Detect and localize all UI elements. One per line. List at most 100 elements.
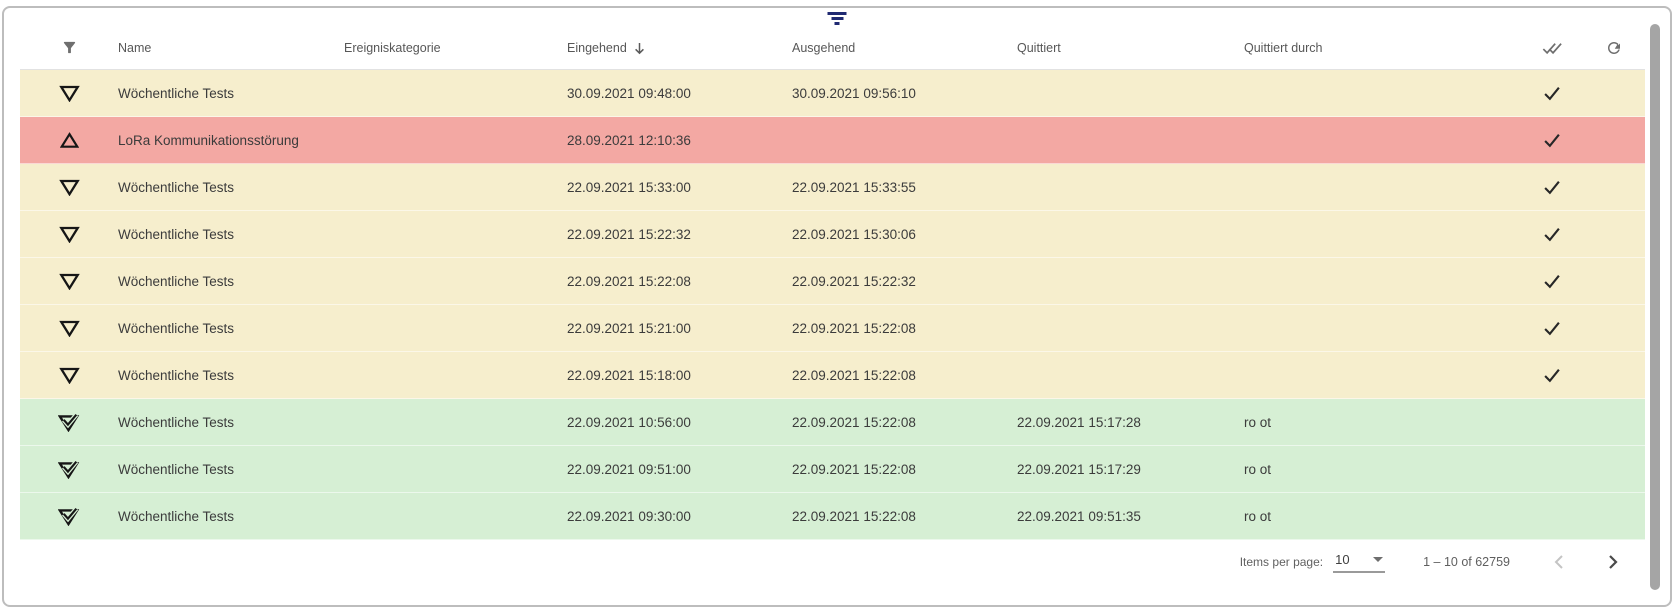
triangle-down-check-icon: [58, 460, 80, 479]
event-acknowledged-by: ro ot: [1244, 415, 1404, 430]
paginator: Items per page: 10 1 – 10 of 62759: [4, 540, 1670, 584]
triangle-down-icon: [59, 85, 80, 102]
chevron-left-icon: [1553, 554, 1565, 570]
header-acknowledged-label: Quittiert: [1017, 41, 1061, 55]
event-incoming-time: 22.09.2021 09:51:00: [567, 462, 792, 477]
header-acknowledged-by[interactable]: Quittiert durch: [1244, 41, 1404, 55]
header-incoming[interactable]: Eingehend: [567, 40, 792, 55]
event-incoming-time: 22.09.2021 15:18:00: [567, 368, 792, 383]
event-name: Wöchentliche Tests: [118, 227, 344, 242]
event-name: Wöchentliche Tests: [118, 86, 344, 101]
event-name: Wöchentliche Tests: [118, 415, 344, 430]
paginator-range-label: 1 – 10 of 62759: [1423, 555, 1510, 569]
event-acknowledged-by: ro ot: [1244, 509, 1404, 524]
header-outgoing-label: Ausgehend: [792, 41, 855, 55]
event-name: Wöchentliche Tests: [118, 509, 344, 524]
event-acknowledged-time: 22.09.2021 15:17:29: [1017, 462, 1244, 477]
events-table: Name Ereigniskategorie Eingehend Ausgehe…: [20, 26, 1645, 540]
event-state-cell: [20, 507, 118, 526]
event-outgoing-time: 30.09.2021 09:56:10: [792, 86, 1017, 101]
filter-funnel-icon: [61, 39, 78, 56]
done-all-icon[interactable]: [1521, 41, 1583, 55]
event-outgoing-time: 22.09.2021 15:22:08: [792, 509, 1017, 524]
event-state-cell: [20, 273, 118, 290]
event-name: Wöchentliche Tests: [118, 462, 344, 477]
event-incoming-time: 22.09.2021 15:21:00: [567, 321, 792, 336]
event-acknowledged-time: 22.09.2021 09:51:35: [1017, 509, 1244, 524]
event-name: LoRa Kommunikationsstörung: [118, 133, 344, 148]
event-state-cell: [20, 413, 118, 432]
event-acknowledged-time: 22.09.2021 15:17:28: [1017, 415, 1244, 430]
event-state-cell: [20, 85, 118, 102]
event-name: Wöchentliche Tests: [118, 274, 344, 289]
chevron-right-icon: [1607, 554, 1619, 570]
event-incoming-time: 22.09.2021 10:56:00: [567, 415, 792, 430]
header-incoming-label: Eingehend: [567, 41, 627, 55]
header-category-label: Ereigniskategorie: [344, 41, 441, 55]
event-state-cell: [20, 460, 118, 479]
event-state-cell: [20, 320, 118, 337]
acknowledge-check-icon[interactable]: [1543, 179, 1561, 195]
refresh-icon[interactable]: [1583, 39, 1645, 57]
event-outgoing-time: 22.09.2021 15:22:08: [792, 368, 1017, 383]
event-incoming-time: 22.09.2021 15:22:08: [567, 274, 792, 289]
event-outgoing-time: 22.09.2021 15:22:08: [792, 462, 1017, 477]
scrollbar-thumb[interactable]: [1650, 24, 1660, 590]
event-state-cell: [20, 132, 118, 149]
table-body: Wöchentliche Tests 30.09.2021 09:48:00 3…: [20, 70, 1645, 540]
event-incoming-time: 22.09.2021 09:30:00: [567, 509, 792, 524]
event-incoming-time: 28.09.2021 12:10:36: [567, 133, 792, 148]
page-size-value: 10: [1335, 552, 1349, 567]
acknowledge-check-icon[interactable]: [1543, 367, 1561, 383]
triangle-up-icon: [60, 132, 79, 149]
event-state-cell: [20, 226, 118, 243]
filter-funnel-icon[interactable]: [20, 39, 118, 56]
acknowledge-check-icon[interactable]: [1543, 226, 1561, 242]
header-name[interactable]: Name: [118, 41, 344, 55]
event-state-cell: [20, 367, 118, 384]
event-name: Wöchentliche Tests: [118, 321, 344, 336]
refresh-icon: [1605, 39, 1623, 57]
triangle-down-icon: [59, 179, 80, 196]
event-name: Wöchentliche Tests: [118, 368, 344, 383]
acknowledge-check-icon[interactable]: [1543, 320, 1561, 336]
table-row[interactable]: Wöchentliche Tests 22.09.2021 10:56:00 2…: [20, 399, 1645, 446]
triangle-down-icon: [59, 320, 80, 337]
acknowledge-check-icon[interactable]: [1543, 273, 1561, 289]
next-page-button[interactable]: [1596, 545, 1630, 579]
table-header-row: Name Ereigniskategorie Eingehend Ausgehe…: [20, 26, 1645, 70]
table-row[interactable]: LoRa Kommunikationsstörung 28.09.2021 12…: [20, 117, 1645, 164]
event-name: Wöchentliche Tests: [118, 180, 344, 195]
previous-page-button[interactable]: [1542, 545, 1576, 579]
scrollbar-track[interactable]: [1649, 12, 1661, 601]
table-row[interactable]: Wöchentliche Tests 22.09.2021 15:21:00 2…: [20, 305, 1645, 352]
page-size-select[interactable]: 10: [1333, 552, 1385, 573]
filter-list-icon[interactable]: [827, 11, 848, 26]
table-row[interactable]: Wöchentliche Tests 22.09.2021 15:22:32 2…: [20, 211, 1645, 258]
triangle-down-icon: [59, 226, 80, 243]
acknowledge-check-icon[interactable]: [1543, 132, 1561, 148]
triangle-down-check-icon: [58, 413, 80, 432]
table-row[interactable]: Wöchentliche Tests 22.09.2021 09:30:00 2…: [20, 493, 1645, 540]
table-row[interactable]: Wöchentliche Tests 22.09.2021 09:51:00 2…: [20, 446, 1645, 493]
acknowledge-check-icon[interactable]: [1543, 85, 1561, 101]
top-strip: [4, 8, 1670, 26]
table-row[interactable]: Wöchentliche Tests 22.09.2021 15:33:00 2…: [20, 164, 1645, 211]
arrow-downward-icon: [634, 42, 645, 55]
done-all-icon: [1542, 41, 1563, 55]
event-outgoing-time: 22.09.2021 15:30:06: [792, 227, 1017, 242]
header-outgoing[interactable]: Ausgehend: [792, 41, 1017, 55]
event-outgoing-time: 22.09.2021 15:22:08: [792, 321, 1017, 336]
event-incoming-time: 22.09.2021 15:22:32: [567, 227, 792, 242]
header-acknowledged[interactable]: Quittiert: [1017, 41, 1244, 55]
triangle-down-icon: [59, 273, 80, 290]
header-category[interactable]: Ereigniskategorie: [344, 41, 567, 55]
alarm-table-card: Name Ereigniskategorie Eingehend Ausgehe…: [2, 6, 1672, 607]
header-name-label: Name: [118, 41, 151, 55]
table-row[interactable]: Wöchentliche Tests 22.09.2021 15:22:08 2…: [20, 258, 1645, 305]
event-incoming-time: 30.09.2021 09:48:00: [567, 86, 792, 101]
event-outgoing-time: 22.09.2021 15:33:55: [792, 180, 1017, 195]
table-row[interactable]: Wöchentliche Tests 30.09.2021 09:48:00 3…: [20, 70, 1645, 117]
event-outgoing-time: 22.09.2021 15:22:08: [792, 415, 1017, 430]
table-row[interactable]: Wöchentliche Tests 22.09.2021 15:18:00 2…: [20, 352, 1645, 399]
